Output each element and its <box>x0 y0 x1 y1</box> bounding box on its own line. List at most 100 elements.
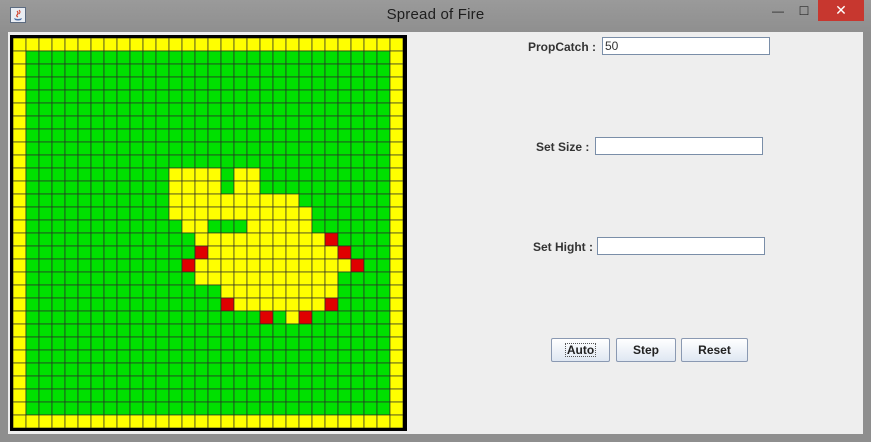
tree-cell[interactable] <box>90 284 105 299</box>
empty-cell[interactable] <box>389 193 403 208</box>
tree-cell[interactable] <box>246 349 261 364</box>
empty-cell[interactable] <box>13 193 27 208</box>
tree-cell[interactable] <box>311 219 326 234</box>
tree-cell[interactable] <box>376 154 391 169</box>
tree-cell[interactable] <box>90 193 105 208</box>
tree-cell[interactable] <box>194 349 209 364</box>
tree-cell[interactable] <box>259 375 274 390</box>
tree-cell[interactable] <box>129 401 144 416</box>
tree-cell[interactable] <box>337 362 352 377</box>
empty-cell[interactable] <box>272 245 287 260</box>
tree-cell[interactable] <box>181 76 196 91</box>
tree-cell[interactable] <box>90 141 105 156</box>
fire-grid-panel[interactable] <box>10 35 407 431</box>
tree-cell[interactable] <box>116 284 131 299</box>
tree-cell[interactable] <box>168 245 183 260</box>
tree-cell[interactable] <box>376 401 391 416</box>
tree-cell[interactable] <box>51 167 66 182</box>
empty-cell[interactable] <box>285 232 300 247</box>
tree-cell[interactable] <box>259 388 274 403</box>
tree-cell[interactable] <box>90 336 105 351</box>
tree-cell[interactable] <box>38 388 53 403</box>
empty-cell[interactable] <box>13 180 27 195</box>
tree-cell[interactable] <box>207 375 222 390</box>
tree-cell[interactable] <box>285 388 300 403</box>
tree-cell[interactable] <box>103 297 118 312</box>
tree-cell[interactable] <box>298 388 313 403</box>
empty-cell[interactable] <box>389 401 403 416</box>
tree-cell[interactable] <box>376 50 391 65</box>
tree-cell[interactable] <box>350 206 365 221</box>
tree-cell[interactable] <box>337 115 352 130</box>
empty-cell[interactable] <box>337 414 352 428</box>
tree-cell[interactable] <box>142 89 157 104</box>
tree-cell[interactable] <box>116 167 131 182</box>
tree-cell[interactable] <box>246 102 261 117</box>
tree-cell[interactable] <box>337 167 352 182</box>
empty-cell[interactable] <box>13 128 27 143</box>
tree-cell[interactable] <box>298 336 313 351</box>
tree-cell[interactable] <box>90 323 105 338</box>
empty-cell[interactable] <box>13 323 27 338</box>
tree-cell[interactable] <box>129 193 144 208</box>
tree-cell[interactable] <box>298 154 313 169</box>
tree-cell[interactable] <box>181 245 196 260</box>
tree-cell[interactable] <box>311 63 326 78</box>
tree-cell[interactable] <box>259 349 274 364</box>
empty-cell[interactable] <box>13 245 27 260</box>
tree-cell[interactable] <box>77 362 92 377</box>
tree-cell[interactable] <box>64 141 79 156</box>
tree-cell[interactable] <box>363 141 378 156</box>
tree-cell[interactable] <box>298 401 313 416</box>
empty-cell[interactable] <box>389 167 403 182</box>
burning-cell[interactable] <box>259 310 274 325</box>
empty-cell[interactable] <box>13 297 27 312</box>
tree-cell[interactable] <box>77 349 92 364</box>
tree-cell[interactable] <box>142 50 157 65</box>
empty-cell[interactable] <box>246 180 261 195</box>
empty-cell[interactable] <box>389 102 403 117</box>
tree-cell[interactable] <box>285 76 300 91</box>
tree-cell[interactable] <box>350 141 365 156</box>
tree-cell[interactable] <box>64 271 79 286</box>
tree-cell[interactable] <box>363 271 378 286</box>
tree-cell[interactable] <box>129 115 144 130</box>
tree-cell[interactable] <box>285 89 300 104</box>
tree-cell[interactable] <box>298 362 313 377</box>
tree-cell[interactable] <box>337 76 352 91</box>
tree-cell[interactable] <box>64 310 79 325</box>
tree-cell[interactable] <box>233 115 248 130</box>
auto-button[interactable]: Auto <box>551 338 610 362</box>
tree-cell[interactable] <box>64 102 79 117</box>
tree-cell[interactable] <box>90 206 105 221</box>
tree-cell[interactable] <box>350 180 365 195</box>
empty-cell[interactable] <box>324 38 339 52</box>
tree-cell[interactable] <box>233 219 248 234</box>
tree-cell[interactable] <box>64 50 79 65</box>
tree-cell[interactable] <box>25 154 40 169</box>
tree-cell[interactable] <box>168 141 183 156</box>
tree-cell[interactable] <box>142 323 157 338</box>
tree-cell[interactable] <box>363 206 378 221</box>
tree-cell[interactable] <box>350 388 365 403</box>
set-height-input[interactable] <box>597 237 765 255</box>
tree-cell[interactable] <box>77 50 92 65</box>
tree-cell[interactable] <box>363 336 378 351</box>
empty-cell[interactable] <box>13 336 27 351</box>
tree-cell[interactable] <box>38 245 53 260</box>
tree-cell[interactable] <box>103 167 118 182</box>
reset-button[interactable]: Reset <box>681 338 748 362</box>
tree-cell[interactable] <box>246 310 261 325</box>
tree-cell[interactable] <box>64 232 79 247</box>
tree-cell[interactable] <box>272 115 287 130</box>
tree-cell[interactable] <box>129 349 144 364</box>
tree-cell[interactable] <box>155 128 170 143</box>
empty-cell[interactable] <box>13 89 27 104</box>
tree-cell[interactable] <box>77 167 92 182</box>
tree-cell[interactable] <box>155 167 170 182</box>
tree-cell[interactable] <box>64 180 79 195</box>
empty-cell[interactable] <box>311 297 326 312</box>
empty-cell[interactable] <box>311 258 326 273</box>
tree-cell[interactable] <box>51 362 66 377</box>
empty-cell[interactable] <box>389 38 403 52</box>
